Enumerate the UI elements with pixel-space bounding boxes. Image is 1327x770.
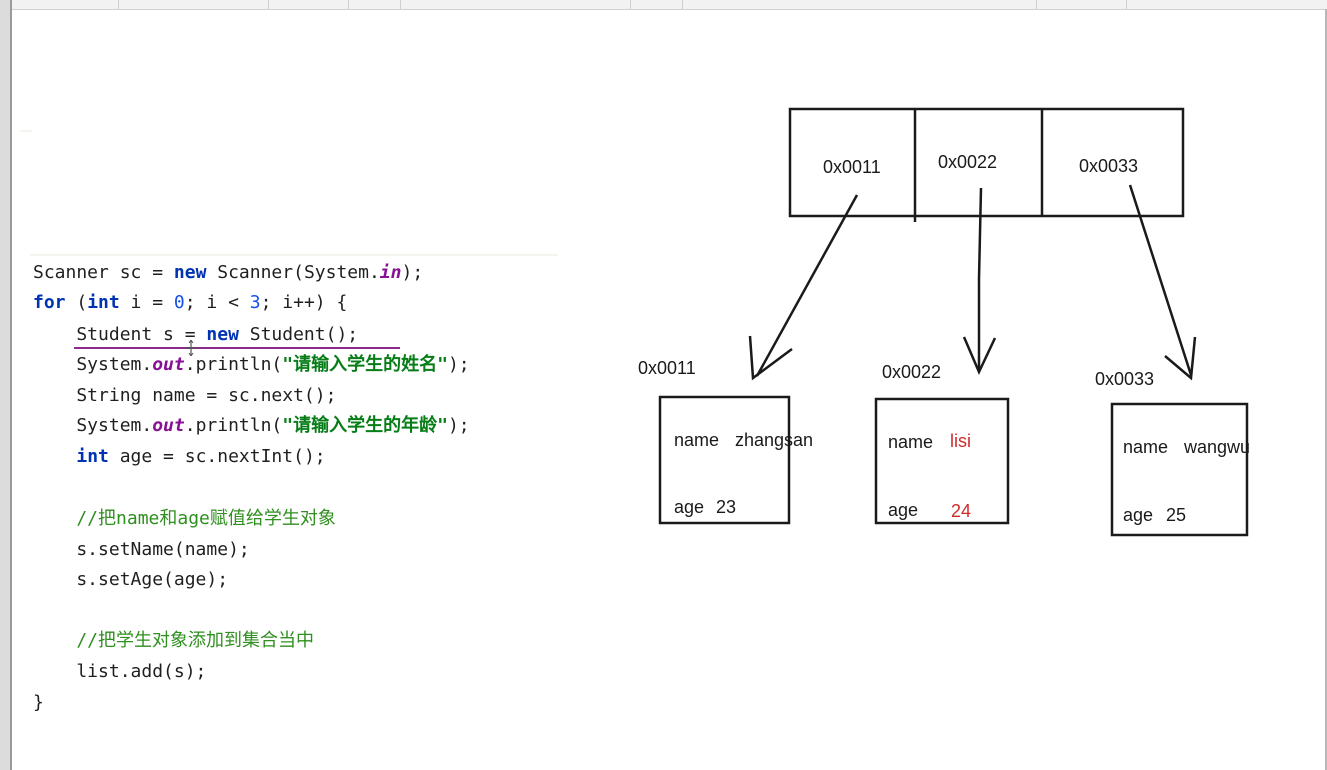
field-name-label: name: [674, 430, 719, 450]
field-age-label: age: [1123, 505, 1153, 525]
field-age-value: 24: [951, 501, 971, 521]
field-name-value: lisi: [950, 431, 971, 451]
student-object-3: 0x0033 name wangwu age 25: [1095, 369, 1250, 537]
field-name-value: zhangsan: [735, 430, 813, 450]
student-object-1: 0x0011 name zhangsan age 23: [638, 358, 813, 525]
field-name-label: name: [888, 432, 933, 452]
array-cell-1: 0x0022: [938, 152, 997, 172]
field-name-label: name: [1123, 437, 1168, 457]
student-object-2: 0x0022 name lisi age 24: [874, 362, 1010, 525]
field-age-label: age: [888, 500, 918, 520]
field-age-value: 23: [716, 497, 736, 517]
field-age-label: age: [674, 497, 704, 517]
field-age-value: 25: [1166, 505, 1186, 525]
array-cell-0: 0x0011: [823, 157, 881, 177]
field-name-value: wangwu: [1183, 437, 1250, 457]
memory-diagram: 0x0011 0x0022 0x0033 0x0011 name zhangsa…: [638, 107, 1250, 537]
object-address: 0x0011: [638, 358, 696, 378]
whiteboard-canvas: Scanner sc = new Scanner(System.in); for…: [0, 0, 1327, 770]
reference-arrow-3: [1128, 184, 1197, 381]
array-cell-2: 0x0033: [1079, 156, 1138, 176]
reference-arrow-1: [748, 194, 859, 381]
array-box: 0x0011 0x0022 0x0033: [788, 107, 1185, 222]
object-address: 0x0033: [1095, 369, 1154, 389]
object-address: 0x0022: [882, 362, 941, 382]
